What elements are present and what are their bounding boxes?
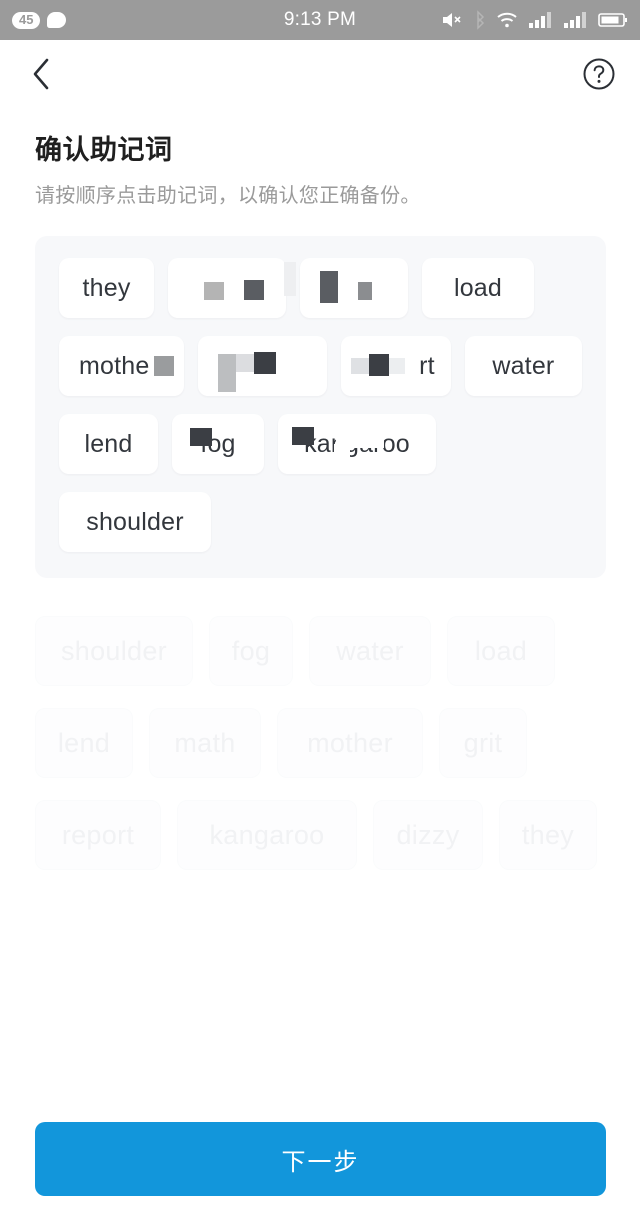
redaction-overlay xyxy=(341,336,450,396)
page-title: 确认助记词 xyxy=(35,135,173,165)
word-bank-row: shoulder fog water load xyxy=(35,616,610,686)
status-bar-clock: 9:13 PM xyxy=(283,9,357,30)
selected-word-chip[interactable]: lend xyxy=(59,414,158,474)
word-bank-chip[interactable]: math xyxy=(149,708,261,778)
word-bank-chip[interactable]: lend xyxy=(35,708,133,778)
status-bar: 45 9:13 PM xyxy=(0,0,640,40)
word-bank-chip[interactable]: shoulder xyxy=(35,616,193,686)
selected-word-chip[interactable]: they xyxy=(59,258,154,318)
redaction-overlay xyxy=(154,336,327,396)
navigation-bar xyxy=(0,40,640,112)
selected-word-chip-redacted[interactable]: fog xyxy=(172,414,264,474)
word-bank: shoulder fog water load lend math mother… xyxy=(35,616,610,892)
word-bank-row: report kangaroo dizzy they xyxy=(35,800,610,870)
help-circle-icon xyxy=(582,57,616,96)
redaction-overlay xyxy=(172,414,264,474)
selected-row: lend fog kangaroo xyxy=(59,414,582,474)
word-bank-row: lend math mother grit xyxy=(35,708,610,778)
back-button[interactable] xyxy=(22,57,60,95)
selected-word-chip[interactable]: water xyxy=(464,336,582,396)
word-bank-chip[interactable]: water xyxy=(309,616,431,686)
word-bank-chip[interactable]: mother xyxy=(277,708,423,778)
redaction-overlay xyxy=(278,414,436,474)
word-bank-chip[interactable]: kangaroo xyxy=(177,800,357,870)
word-bank-chip[interactable]: fog xyxy=(209,616,293,686)
help-button[interactable] xyxy=(580,57,618,95)
word-bank-chip[interactable]: dizzy xyxy=(373,800,483,870)
chevron-left-icon xyxy=(30,57,52,96)
selected-word-chip-redacted[interactable]: rt xyxy=(341,336,451,396)
next-step-button[interactable]: 下一步 xyxy=(35,1122,606,1196)
selected-row: shoulder xyxy=(59,492,582,552)
selected-word-chip-redacted[interactable] xyxy=(284,258,408,318)
word-bank-chip[interactable]: report xyxy=(35,800,161,870)
selected-word-chip[interactable]: load xyxy=(422,258,534,318)
word-bank-chip[interactable]: load xyxy=(447,616,555,686)
word-bank-chip[interactable]: they xyxy=(499,800,597,870)
selected-words-panel: they load mothe rt water lend fog kangar… xyxy=(35,236,606,578)
word-bank-chip[interactable]: grit xyxy=(439,708,527,778)
page-subtitle: 请按顺序点击助记词，以确认您正确备份。 xyxy=(35,185,421,207)
selected-word-chip-redacted[interactable]: kangaroo xyxy=(278,414,436,474)
page-heading: 确认助记词 请按顺序点击助记词，以确认您正确备份。 xyxy=(35,128,610,208)
selected-row: they load xyxy=(59,258,582,318)
app-screen: 45 9:13 PM 确认助记词 请按顺序点击助记词，以确认您正确备份。 the… xyxy=(0,0,640,1220)
selected-word-chip-redacted[interactable]: mothe xyxy=(59,336,185,396)
selected-word-chip-redacted[interactable] xyxy=(154,336,328,396)
selected-word-chip[interactable]: shoulder xyxy=(59,492,211,552)
selected-word-chip-redacted[interactable] xyxy=(168,258,286,318)
redaction-overlay xyxy=(168,258,286,318)
redaction-overlay xyxy=(284,258,408,318)
selected-row: mothe rt water xyxy=(59,336,582,396)
